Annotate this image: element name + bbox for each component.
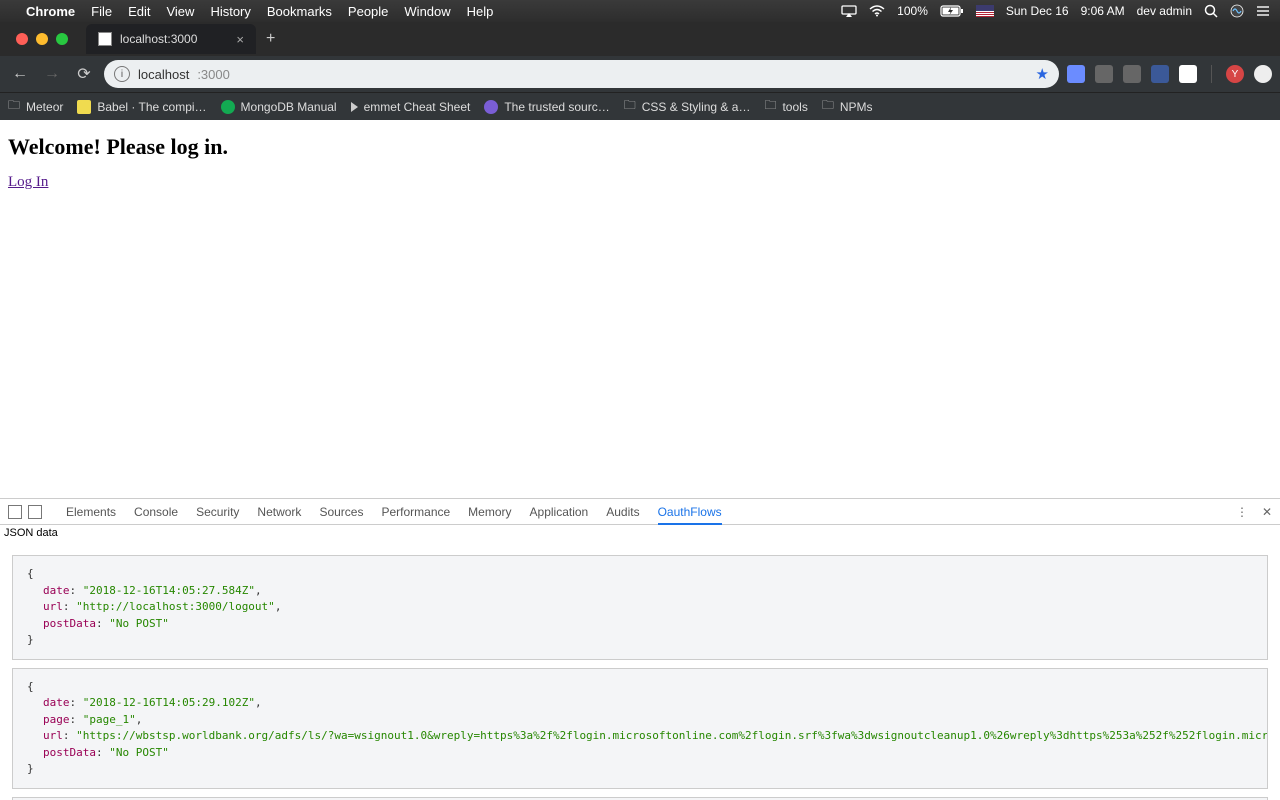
profile-guest-icon[interactable] bbox=[1254, 65, 1272, 83]
folder-icon: 🗀 bbox=[822, 96, 834, 117]
bookmark-item[interactable]: 🗀Meteor bbox=[8, 96, 63, 117]
extension-icon[interactable] bbox=[1095, 65, 1113, 83]
bookmark-item[interactable]: emmet Cheat Sheet bbox=[351, 100, 471, 114]
devtools-tab-oauthflows[interactable]: OauthFlows bbox=[658, 505, 722, 525]
bookmark-item[interactable]: 🗀NPMs bbox=[822, 96, 873, 117]
battery-percent: 100% bbox=[897, 4, 928, 18]
extension-icon[interactable] bbox=[1123, 65, 1141, 83]
devtools-tab-sources[interactable]: Sources bbox=[319, 505, 363, 519]
favicon-icon bbox=[351, 102, 358, 112]
bookmark-item[interactable]: MongoDB Manual bbox=[221, 100, 337, 114]
menubar-time[interactable]: 9:06 AM bbox=[1081, 4, 1125, 18]
bookmark-star-icon[interactable]: ★ bbox=[1036, 65, 1049, 83]
bookmark-item[interactable]: Babel · The compi… bbox=[77, 100, 206, 114]
new-tab-button[interactable]: + bbox=[256, 30, 285, 48]
airplay-icon[interactable] bbox=[841, 5, 857, 17]
extension-icon[interactable] bbox=[1151, 65, 1169, 83]
device-toolbar-icon[interactable] bbox=[28, 505, 42, 519]
menu-people[interactable]: People bbox=[348, 4, 388, 19]
address-bar[interactable]: i localhost :3000 ★ bbox=[104, 60, 1059, 88]
favicon-icon bbox=[221, 100, 235, 114]
bookmark-item[interactable]: 🗀CSS & Styling & a… bbox=[624, 96, 751, 117]
inspect-element-icon[interactable] bbox=[8, 505, 22, 519]
devtools-tab-network[interactable]: Network bbox=[257, 505, 301, 519]
siri-icon[interactable] bbox=[1230, 4, 1244, 18]
menu-edit[interactable]: Edit bbox=[128, 4, 150, 19]
extension-icons: Y bbox=[1067, 65, 1272, 83]
url-path: :3000 bbox=[197, 67, 230, 82]
battery-icon[interactable] bbox=[940, 5, 964, 17]
url-host: localhost bbox=[138, 67, 189, 82]
devtools-tab-performance[interactable]: Performance bbox=[381, 505, 450, 519]
devtools-body[interactable]: {date: "2018-12-16T14:05:27.584Z",url: "… bbox=[0, 541, 1280, 800]
site-info-icon[interactable]: i bbox=[114, 66, 130, 82]
menubar-user[interactable]: dev admin bbox=[1137, 4, 1192, 18]
separator bbox=[1211, 65, 1212, 83]
wifi-icon[interactable] bbox=[869, 5, 885, 17]
window-close-button[interactable] bbox=[16, 33, 28, 45]
devtools-tabs: Elements Console Security Network Source… bbox=[0, 499, 1280, 525]
window-controls bbox=[8, 33, 76, 45]
devtools-more-icon[interactable]: ⋮ bbox=[1236, 505, 1248, 519]
notification-center-icon[interactable] bbox=[1256, 5, 1270, 17]
login-link[interactable]: Log In bbox=[8, 174, 48, 190]
forward-button[interactable]: → bbox=[40, 62, 64, 86]
flag-icon[interactable] bbox=[976, 5, 994, 17]
bookmark-item[interactable]: The trusted sourc… bbox=[484, 100, 609, 114]
window-minimize-button[interactable] bbox=[36, 33, 48, 45]
page-content: Welcome! Please log in. Log In bbox=[0, 120, 1280, 498]
chrome-tab-strip: localhost:3000 × + bbox=[0, 22, 1280, 56]
folder-icon: 🗀 bbox=[624, 96, 636, 117]
menu-file[interactable]: File bbox=[91, 4, 112, 19]
menubar-app-name[interactable]: Chrome bbox=[26, 4, 75, 19]
tab-title: localhost:3000 bbox=[120, 32, 197, 46]
tab-favicon-icon bbox=[98, 32, 112, 46]
extension-icon[interactable] bbox=[1179, 65, 1197, 83]
mac-menubar: Chrome File Edit View History Bookmarks … bbox=[0, 0, 1280, 22]
folder-icon: 🗀 bbox=[764, 96, 776, 117]
menu-history[interactable]: History bbox=[210, 4, 250, 19]
reload-button[interactable]: ⟳ bbox=[72, 62, 96, 86]
folder-icon: 🗀 bbox=[8, 96, 20, 117]
devtools-tab-security[interactable]: Security bbox=[196, 505, 239, 519]
json-log-entry: {date: "2018-12-16T14:05:29.102Z",page: … bbox=[12, 668, 1268, 789]
favicon-icon bbox=[484, 100, 498, 114]
spotlight-icon[interactable] bbox=[1204, 4, 1218, 18]
devtools-sublabel: JSON data bbox=[0, 525, 1280, 541]
browser-tab[interactable]: localhost:3000 × bbox=[86, 24, 256, 54]
menu-help[interactable]: Help bbox=[467, 4, 494, 19]
json-log-entry: {date: "2018-12-16T14:05:27.584Z",url: "… bbox=[12, 555, 1268, 660]
menubar-date[interactable]: Sun Dec 16 bbox=[1006, 4, 1069, 18]
devtools-tab-memory[interactable]: Memory bbox=[468, 505, 511, 519]
bookmarks-bar: 🗀Meteor Babel · The compi… MongoDB Manua… bbox=[0, 92, 1280, 120]
bookmark-item[interactable]: 🗀tools bbox=[764, 96, 807, 117]
menu-window[interactable]: Window bbox=[404, 4, 450, 19]
devtools-tab-console[interactable]: Console bbox=[134, 505, 178, 519]
chrome-toolbar: ← → ⟳ i localhost :3000 ★ Y bbox=[0, 56, 1280, 92]
menu-view[interactable]: View bbox=[166, 4, 194, 19]
devtools-tab-application[interactable]: Application bbox=[530, 505, 589, 519]
page-heading: Welcome! Please log in. bbox=[8, 134, 1272, 160]
devtools-tab-elements[interactable]: Elements bbox=[66, 505, 116, 519]
favicon-icon bbox=[77, 100, 91, 114]
json-log-entry: {date: "2018-12-16T14:05:40.724Z",page: … bbox=[12, 797, 1268, 800]
extension-icon[interactable] bbox=[1067, 65, 1085, 83]
tab-close-button[interactable]: × bbox=[236, 32, 244, 47]
menu-bookmarks[interactable]: Bookmarks bbox=[267, 4, 332, 19]
devtools-close-icon[interactable]: ✕ bbox=[1262, 505, 1272, 519]
back-button[interactable]: ← bbox=[8, 62, 32, 86]
profile-avatar-icon[interactable]: Y bbox=[1226, 65, 1244, 83]
devtools-panel: Elements Console Security Network Source… bbox=[0, 498, 1280, 800]
window-zoom-button[interactable] bbox=[56, 33, 68, 45]
devtools-tab-audits[interactable]: Audits bbox=[606, 505, 639, 519]
